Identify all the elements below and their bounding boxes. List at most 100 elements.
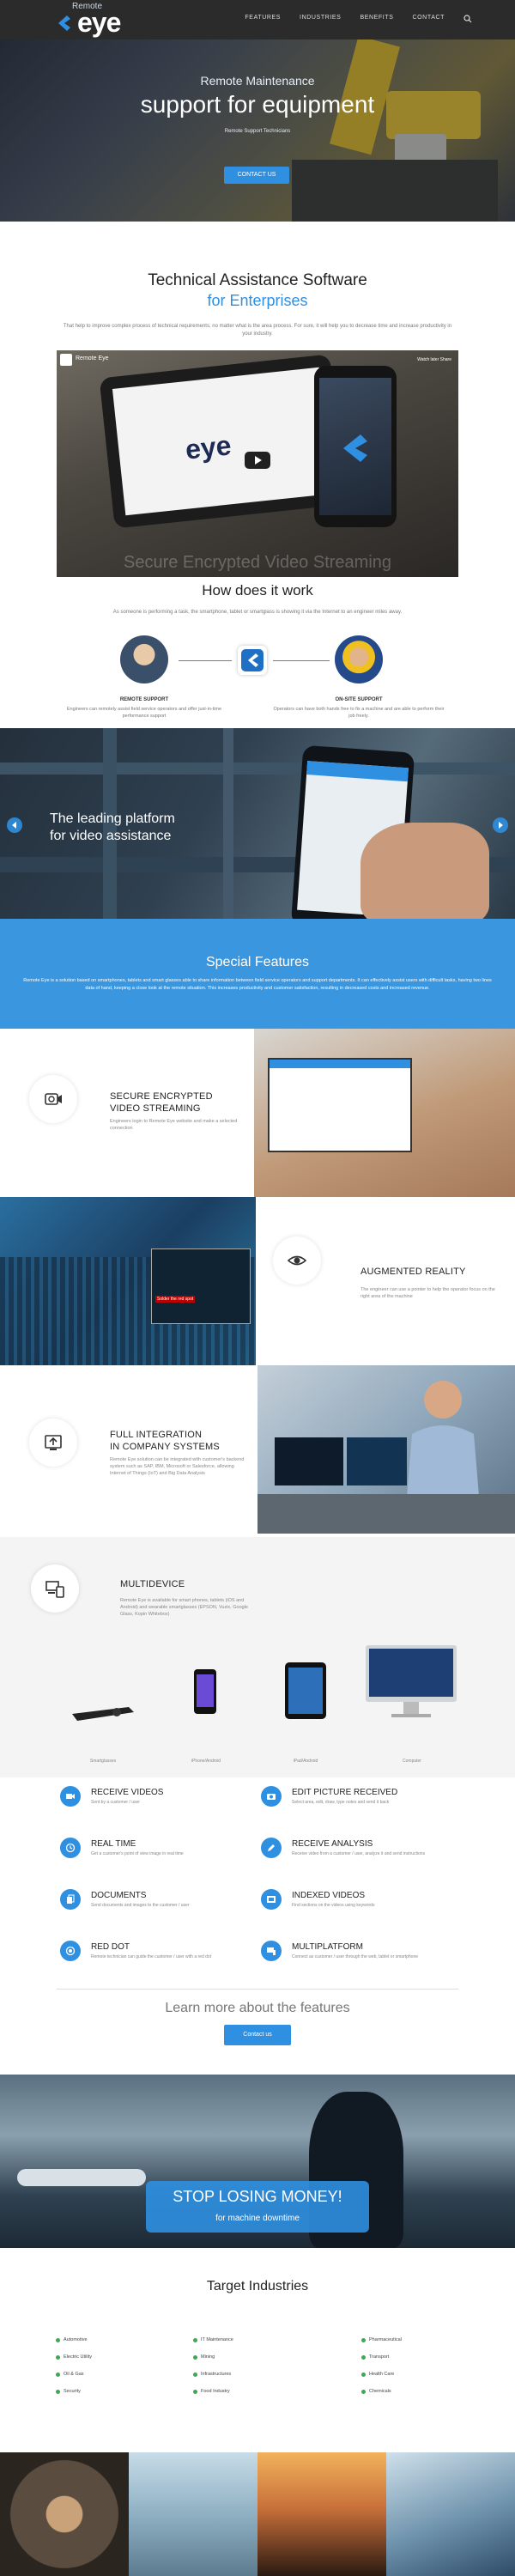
list-item-desc: Send documents and images to the custome… [91, 1903, 190, 1908]
industry-photo-strip [0, 2452, 515, 2576]
connection-line-right [273, 660, 330, 661]
search-icon[interactable] [464, 15, 472, 23]
video-actions[interactable]: Watch later Share [417, 357, 451, 362]
feature-secure-streaming: SECURE ENCRYPTED VIDEO STREAMING Enginee… [0, 1029, 515, 1197]
list-item: EDIT PICTURE RECEIVED Select area, edit,… [261, 1786, 467, 1820]
menu-item-benefits[interactable]: BENEFITS [360, 15, 393, 23]
support-agent-image [258, 1365, 515, 1534]
industries-title: Target Industries [206, 2279, 309, 2293]
list-item-desc: Sent by a customer / user [91, 1800, 140, 1805]
on-site-support-desc: Operators can have both hands free to fi… [273, 707, 445, 719]
channel-icon[interactable] [60, 354, 72, 366]
industry-item: Infrastructures [192, 2372, 232, 2377]
play-button-icon[interactable] [245, 452, 270, 469]
turbine-photo [0, 2452, 129, 2576]
how-description: As someone is performing a task, the sma… [112, 610, 403, 615]
feature-icon-wrapper [29, 1075, 77, 1123]
technical-assistance-section: Technical Assistance Software for Enterp… [0, 222, 515, 350]
pipes-photo [386, 2452, 515, 2576]
special-title: Special Features [205, 955, 310, 969]
menu-item-features[interactable]: FEATURES [245, 15, 281, 23]
top-navigation-bar: Remote eye FEATURES INDUSTRIES BENEFITS … [0, 0, 515, 39]
menu-item-industries[interactable]: INDUSTRIES [300, 15, 341, 23]
learn-more-section: Learn more about the features Contact us [0, 2001, 515, 2075]
industry-item: Oil & Gas [56, 2372, 84, 2377]
hand-image [360, 823, 489, 919]
smartphone-icon [194, 1669, 216, 1714]
section-title: Technical Assistance Software [148, 271, 367, 289]
slider-next-button[interactable] [493, 817, 508, 833]
logo-mark-icon [58, 15, 70, 31]
hero-contact-button[interactable]: CONTACT US [224, 167, 289, 184]
feature-full-integration: FULL INTEGRATION IN COMPANY SYSTEMS Remo… [0, 1365, 515, 1534]
cta-headline: STOP LOSING MONEY! [173, 2188, 342, 2205]
list-item-title: DOCUMENTS [91, 1891, 147, 1900]
pencil-icon [268, 1844, 275, 1851]
chevron-left-icon [12, 822, 16, 829]
integration-icon [45, 1435, 62, 1450]
menu-item-contact[interactable]: CONTACT [412, 15, 445, 23]
connection-line-left [179, 660, 232, 661]
list-item-title: RECEIVE VIDEOS [91, 1788, 164, 1797]
documents-icon [67, 1894, 75, 1904]
main-menu: FEATURES INDUSTRIES BENEFITS CONTACT [245, 15, 472, 23]
oil-pump-photo [258, 2452, 386, 2576]
video-caption: Secure Encrypted Video Streaming [123, 553, 392, 572]
special-features-banner: Special Features Remote Eye is a solutio… [0, 919, 515, 1029]
film-icon [267, 1896, 276, 1903]
feature-title-line-1: FULL INTEGRATION [110, 1430, 203, 1440]
feature-list: RECEIVE VIDEOS Sent by a customer / user… [0, 1777, 515, 2001]
industry-item: IT Maintenance [193, 2337, 233, 2342]
remote-support-title: REMOTE SUPPORT [119, 697, 169, 702]
laptop-screen-image [268, 1058, 412, 1152]
platform-line-2: for video assistance [50, 829, 172, 843]
feature-description: Remote Eye solution can be integrated wi… [110, 1457, 245, 1476]
stop-losing-money-banner: STOP LOSING MONEY! for machine downtime [0, 2075, 515, 2248]
computer-monitor-icon [366, 1645, 457, 1717]
clock-icon [65, 1843, 76, 1853]
industry-item: Automotive [56, 2337, 88, 2342]
smartglasses-icon [72, 1707, 134, 1721]
feature-title: MULTIDEVICE [120, 1579, 185, 1589]
tablet-icon [285, 1662, 326, 1719]
cta-subline: for machine downtime [215, 2214, 300, 2223]
video-title[interactable]: Remote Eye [76, 355, 109, 361]
list-item: MULTIPLATFORM Connect as customer / user… [261, 1941, 467, 1975]
feature-multidevice: MULTIDEVICE Remote Eye is available for … [0, 1537, 515, 1777]
video-player[interactable]: eye Remote Eye Watch later Share Secure … [57, 350, 458, 577]
hero-line-1: Remote Maintenance [200, 74, 315, 88]
list-item: RED DOT Remote technician can guide the … [60, 1941, 266, 1975]
slider-prev-button[interactable] [7, 817, 22, 833]
on-site-support-avatar [335, 635, 383, 683]
feature-icon-wrapper [273, 1236, 321, 1285]
hero-line-3: Remote Support Technicians [224, 129, 291, 134]
section-description: That help to improve complex process of … [63, 324, 452, 337]
video-icon [66, 1794, 75, 1799]
remote-eye-app-icon [238, 646, 267, 675]
how-title: How does it work [202, 582, 313, 598]
cta-box[interactable]: STOP LOSING MONEY! for machine downtime [146, 2181, 369, 2233]
feature-description: Remote Eye is available for smart phones… [120, 1598, 248, 1617]
feature-augmented-reality: Solder the red spot AUGMENTED REALITY Th… [0, 1197, 515, 1365]
feature-title-line-2: VIDEO STREAMING [110, 1103, 201, 1114]
list-item-desc: Find sections on the videos using keywor… [292, 1903, 375, 1908]
contact-us-button[interactable]: Contact us [224, 2025, 291, 2045]
list-item-title: RECEIVE ANALYSIS [292, 1839, 373, 1849]
industry-item: Mining [192, 2354, 215, 2360]
hero-banner: Remote Maintenance support for equipment… [0, 39, 515, 222]
list-item-desc: Select area, edit, draw, type notes and … [292, 1800, 390, 1805]
section-subtitle: for Enterprises [207, 292, 308, 309]
list-item-title: MULTIPLATFORM [292, 1942, 363, 1952]
multidevice-icon [45, 1581, 64, 1598]
logo-text-big: eye [77, 7, 121, 38]
list-item: RECEIVE ANALYSIS Receive video from a cu… [261, 1838, 467, 1872]
multiplatform-icon [267, 1947, 276, 1955]
list-item: INDEXED VIDEOS Find sections on the vide… [261, 1889, 467, 1923]
remote-support-avatar [120, 635, 168, 683]
device-label-computer: Computer [403, 1759, 421, 1764]
remote-eye-logo[interactable]: Remote eye [53, 2, 139, 38]
list-item: RECEIVE VIDEOS Sent by a customer / user [60, 1786, 266, 1820]
learn-more-title: Learn more about the features [165, 2001, 350, 2015]
industry-item: Security [56, 2389, 81, 2394]
phone-logo-icon [343, 434, 367, 462]
